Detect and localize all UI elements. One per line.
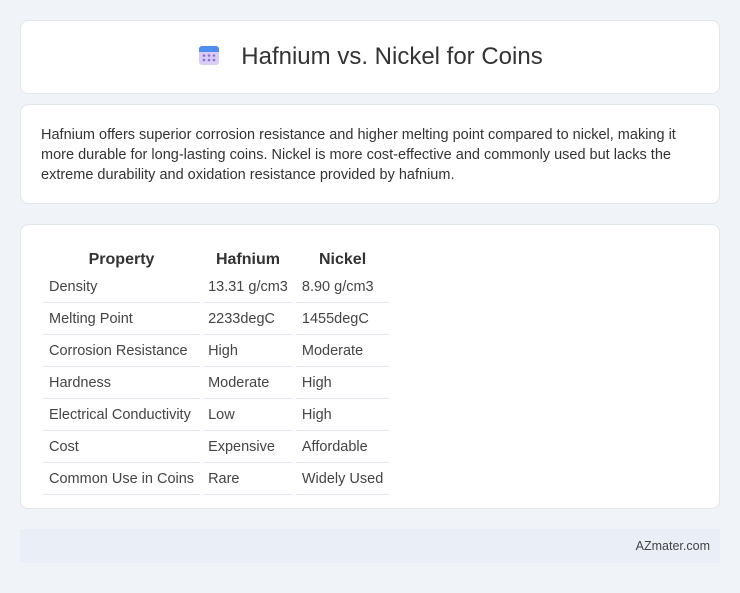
table-cell: Density — [43, 273, 201, 303]
header-card: Hafnium vs. Nickel for Coins — [20, 20, 720, 94]
footer-site-link[interactable]: AZmater.com — [636, 539, 710, 553]
comparison-table: Property Hafnium Nickel Density 13.31 g/… — [41, 245, 391, 497]
table-row: Density 13.31 g/cm3 8.90 g/cm3 — [43, 273, 390, 303]
table-card: Property Hafnium Nickel Density 13.31 g/… — [20, 224, 720, 509]
table-cell: Moderate — [202, 369, 294, 399]
page-title: Hafnium vs. Nickel for Coins — [241, 43, 543, 70]
table-cell: Affordable — [295, 433, 390, 463]
calendar-icon — [197, 43, 221, 72]
table-cell: Widely Used — [295, 465, 390, 495]
table-cell: High — [295, 369, 390, 399]
table-row: Melting Point 2233degC 1455degC — [43, 305, 390, 335]
table-cell: Corrosion Resistance — [43, 337, 201, 367]
table-cell: Electrical Conductivity — [43, 401, 201, 431]
table-cell: 8.90 g/cm3 — [295, 273, 390, 303]
table-cell: Hardness — [43, 369, 201, 399]
table-cell: Moderate — [295, 337, 390, 367]
table-cell: 13.31 g/cm3 — [202, 273, 294, 303]
table-cell: 1455degC — [295, 305, 390, 335]
table-row: Cost Expensive Affordable — [43, 433, 390, 463]
column-header-nickel: Nickel — [319, 251, 367, 268]
table-cell: Rare — [202, 465, 294, 495]
table-cell: High — [202, 337, 294, 367]
table-cell: Cost — [43, 433, 201, 463]
summary-text: Hafnium offers superior corrosion resist… — [41, 127, 676, 183]
footer: AZmater.com — [20, 529, 720, 563]
table-row: Electrical Conductivity Low High — [43, 401, 390, 431]
table-cell: High — [295, 401, 390, 431]
table-cell: Low — [202, 401, 294, 431]
column-header-property: Property — [88, 251, 155, 268]
table-header-row: Property Hafnium Nickel — [43, 247, 389, 271]
summary-card: Hafnium offers superior corrosion resist… — [20, 104, 720, 204]
table-row: Hardness Moderate High — [43, 369, 390, 399]
table-cell: Melting Point — [43, 305, 201, 335]
table-row: Corrosion Resistance High Moderate — [43, 337, 390, 367]
table-cell: 2233degC — [202, 305, 294, 335]
table-cell: Common Use in Coins — [43, 465, 201, 495]
column-header-hafnium: Hafnium — [215, 251, 280, 268]
table-row: Common Use in Coins Rare Widely Used — [43, 465, 390, 495]
table-cell: Expensive — [202, 433, 294, 463]
